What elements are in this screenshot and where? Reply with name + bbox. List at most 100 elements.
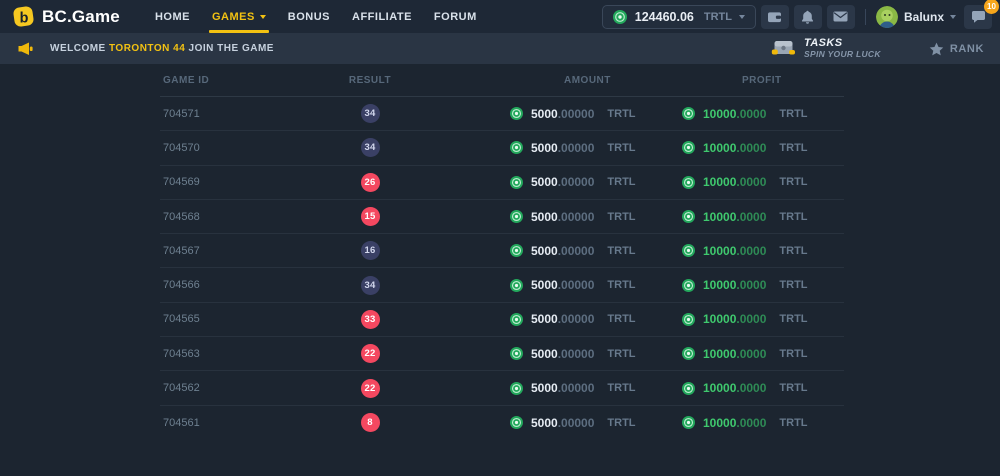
main-content: GAME ID RESULT AMOUNT PROFIT 704571 34 5… (0, 64, 1000, 440)
welcome-highlight: TORONTON 44 (109, 43, 185, 54)
result-cell: 16 (305, 241, 435, 260)
table-row[interactable]: 704570 34 5000.00000 TRTL 10000.0000 TRT… (160, 131, 844, 165)
active-tab-underline (209, 30, 269, 33)
profit-currency: TRTL (779, 142, 807, 154)
amount-dec: .00000 (558, 244, 595, 258)
profit-cell: 10000.0000 TRTL (665, 173, 844, 191)
bell-icon (800, 10, 815, 24)
user-menu[interactable]: Balunx (876, 6, 956, 28)
nav-games[interactable]: GAMES (201, 0, 277, 33)
profit-currency: TRTL (779, 382, 807, 394)
amount-dec: .00000 (558, 416, 595, 430)
game-id: 704568 (160, 211, 305, 223)
amount-dec: .00000 (558, 347, 595, 361)
balance-selector[interactable]: 124460.06 TRTL (602, 5, 756, 29)
result-cell: 8 (305, 413, 435, 432)
profit-dec: .0000 (736, 416, 766, 430)
profit-int: 10000 (703, 141, 736, 155)
amount-currency: TRTL (607, 348, 635, 360)
table-row[interactable]: 704568 15 5000.00000 TRTL 10000.0000 TRT… (160, 200, 844, 234)
amount-int: 5000 (531, 312, 558, 326)
logo-text: BC.Game (42, 7, 120, 27)
chat-button[interactable]: 10 (964, 5, 992, 29)
messages-button[interactable] (827, 5, 855, 29)
bcgame-logo[interactable]: b BC.Game (12, 5, 120, 28)
profit-cell: 10000.0000 TRTL (665, 105, 844, 123)
table-row[interactable]: 704565 33 5000.00000 TRTL 10000.0000 TRT… (160, 303, 844, 337)
trtl-coin-icon (682, 279, 695, 292)
result-cell: 34 (305, 138, 435, 157)
game-id: 704563 (160, 348, 305, 360)
trtl-coin-icon (682, 210, 695, 223)
table-row[interactable]: 704562 22 5000.00000 TRTL 10000.0000 TRT… (160, 371, 844, 405)
table-row[interactable]: 704567 16 5000.00000 TRTL 10000.0000 TRT… (160, 234, 844, 268)
profit-dec: .0000 (736, 244, 766, 258)
trtl-coin-icon (510, 107, 523, 120)
nav-affiliate[interactable]: AFFILIATE (341, 0, 423, 33)
amount-int: 5000 (531, 107, 558, 121)
profit-int: 10000 (703, 381, 736, 395)
bets-table: GAME ID RESULT AMOUNT PROFIT 704571 34 5… (160, 64, 844, 440)
result-cell: 22 (305, 344, 435, 363)
trtl-coin-icon (682, 107, 695, 120)
profit-cell: 10000.0000 TRTL (665, 242, 844, 260)
welcome-message: WELCOME TORONTON 44 JOIN THE GAME (50, 43, 274, 54)
amount-cell: 5000.00000 TRTL (435, 414, 665, 432)
amount-int: 5000 (531, 278, 558, 292)
trtl-coin-icon (682, 176, 695, 189)
notifications-button[interactable] (794, 5, 822, 29)
amount-currency: TRTL (607, 382, 635, 394)
balance-amount: 124460.06 (635, 10, 694, 24)
table-row[interactable]: 704569 26 5000.00000 TRTL 10000.0000 TRT… (160, 166, 844, 200)
amount-dec: .00000 (558, 175, 595, 189)
wallet-button[interactable] (761, 5, 789, 29)
amount-cell: 5000.00000 TRTL (435, 139, 665, 157)
nav-forum-label: FORUM (434, 11, 477, 23)
trtl-coin-icon (510, 176, 523, 189)
table-row[interactable]: 704566 34 5000.00000 TRTL 10000.0000 TRT… (160, 268, 844, 302)
amount-currency: TRTL (607, 417, 635, 429)
profit-cell: 10000.0000 TRTL (665, 345, 844, 363)
profit-dec: .0000 (736, 347, 766, 361)
rank-widget[interactable]: RANK (929, 42, 984, 56)
result-badge: 26 (361, 173, 380, 192)
trtl-coin-icon (682, 347, 695, 360)
megaphone-icon (18, 42, 34, 56)
amount-cell: 5000.00000 TRTL (435, 173, 665, 191)
game-id: 704571 (160, 108, 305, 120)
profit-cell: 10000.0000 TRTL (665, 310, 844, 328)
nav-bonus[interactable]: BONUS (277, 0, 341, 33)
result-badge: 22 (361, 344, 380, 363)
profit-dec: .0000 (736, 381, 766, 395)
table-header-row: GAME ID RESULT AMOUNT PROFIT (160, 64, 844, 97)
profit-cell: 10000.0000 TRTL (665, 414, 844, 432)
main-nav: HOME GAMES BONUS AFFILIATE FORUM (144, 0, 488, 33)
amount-dec: .00000 (558, 107, 595, 121)
profit-currency: TRTL (779, 108, 807, 120)
header-game-id: GAME ID (160, 75, 305, 86)
result-cell: 33 (305, 310, 435, 329)
result-cell: 22 (305, 379, 435, 398)
trtl-coin-icon (682, 141, 695, 154)
header-profit: PROFIT (665, 75, 844, 86)
table-row[interactable]: 704563 22 5000.00000 TRTL 10000.0000 TRT… (160, 337, 844, 371)
profit-currency: TRTL (779, 279, 807, 291)
game-id: 704566 (160, 279, 305, 291)
tasks-widget[interactable]: TASKS SPIN YOUR LUCK (771, 37, 881, 59)
table-row[interactable]: 704561 8 5000.00000 TRTL 10000.0000 TRTL (160, 406, 844, 440)
nav-forum[interactable]: FORUM (423, 0, 488, 33)
amount-cell: 5000.00000 TRTL (435, 345, 665, 363)
profit-int: 10000 (703, 107, 736, 121)
table-row[interactable]: 704571 34 5000.00000 TRTL 10000.0000 TRT… (160, 97, 844, 131)
chevron-down-icon (260, 15, 266, 19)
amount-currency: TRTL (607, 142, 635, 154)
amount-int: 5000 (531, 416, 558, 430)
amount-currency: TRTL (607, 313, 635, 325)
tasks-subtitle: SPIN YOUR LUCK (804, 50, 881, 60)
profit-dec: .0000 (736, 210, 766, 224)
amount-cell: 5000.00000 TRTL (435, 276, 665, 294)
tasks-text: TASKS SPIN YOUR LUCK (804, 37, 881, 59)
nav-home[interactable]: HOME (144, 0, 201, 33)
trtl-coin-icon (510, 416, 523, 429)
nav-affiliate-label: AFFILIATE (352, 11, 412, 23)
